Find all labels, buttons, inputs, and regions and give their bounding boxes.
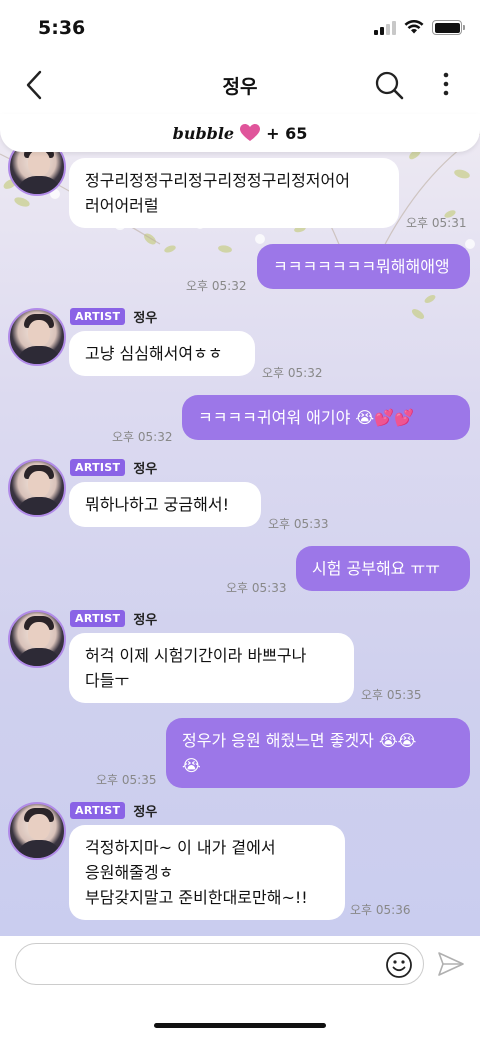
artist-badge: ARTIST (70, 459, 126, 476)
more-options-button[interactable] (438, 68, 454, 102)
message-bubble-incoming[interactable]: 뭐하나하고 궁금해서! (69, 482, 261, 527)
search-icon (375, 71, 404, 100)
more-vertical-icon (443, 72, 449, 96)
message-time: 오후 05:36 (350, 903, 411, 917)
sender-row: ARTIST 정우 (70, 307, 157, 326)
bubble-count: + 65 (266, 123, 308, 143)
status-icons (374, 20, 465, 35)
message-bubble-incoming[interactable]: 정구리정정구리정구리정정구리정저어어 러어어러럴 (69, 158, 399, 228)
wifi-icon (404, 20, 424, 34)
chat-header: 정우 (0, 56, 480, 114)
message-bubble-incoming[interactable]: 고냥 심심해서여ㅎㅎ (69, 331, 255, 376)
send-button[interactable] (436, 949, 466, 979)
bubble-subscription-bar[interactable]: bubble + 65 (0, 114, 480, 152)
sender-row: ARTIST 정우 (70, 609, 157, 628)
cellular-signal-icon (374, 20, 396, 35)
battery-icon (432, 20, 465, 35)
message-bubble-incoming[interactable]: 걱정하지마~ 이 내가 곁에서 응원해줄겡ㅎ 부담갖지말고 준비한대로만해~!! (69, 825, 345, 920)
message-time: 오후 05:32 (112, 430, 173, 444)
sender-name: 정우 (133, 311, 158, 326)
message-time: 오후 05:32 (262, 366, 323, 380)
message-bubble-outgoing[interactable]: 시험 공부해요 ㅠㅠ (296, 546, 470, 591)
message-bubble-outgoing[interactable]: 정우가 응원 해줬느면 좋겟자 😭😭 😭 (166, 718, 470, 788)
message-composer (0, 936, 480, 1039)
artist-avatar[interactable] (8, 610, 66, 668)
chat-title: 정우 (222, 76, 258, 98)
emoji-button[interactable] (385, 951, 413, 979)
send-icon (438, 952, 464, 976)
message-input-container[interactable] (15, 943, 424, 985)
message-time: 오후 05:35 (361, 688, 422, 702)
status-time: 5:36 (38, 17, 86, 39)
sender-row: ARTIST 정우 (70, 458, 157, 477)
status-bar: 5:36 (0, 0, 480, 56)
home-indicator (154, 1023, 326, 1028)
message-bubble-outgoing[interactable]: ㅋㅋㅋㅋㅋㅋㅋ뭐해해애앵 (257, 244, 470, 289)
message-time: 오후 05:32 (186, 279, 247, 293)
sender-name: 정우 (133, 805, 158, 820)
sender-row: ARTIST 정우 (70, 801, 157, 820)
search-button[interactable] (372, 68, 406, 102)
back-button[interactable] (20, 68, 50, 102)
message-time: 오후 05:31 (406, 216, 467, 230)
message-input[interactable] (32, 944, 382, 984)
artist-avatar[interactable] (8, 459, 66, 517)
artist-avatar[interactable] (8, 308, 66, 366)
message-time: 오후 05:35 (96, 773, 157, 787)
heart-icon (240, 124, 261, 141)
smiley-icon (386, 952, 412, 978)
message-time: 오후 05:33 (226, 581, 287, 595)
message-bubble-incoming[interactable]: 허걱 이제 시험기간이라 바쁘구나 다들ㅜ (69, 633, 354, 703)
artist-badge: ARTIST (70, 308, 126, 325)
sender-name: 정우 (133, 613, 158, 628)
bubble-logo: bubble (172, 123, 235, 143)
chevron-left-icon (26, 70, 42, 100)
sender-name: 정우 (133, 462, 158, 477)
artist-avatar[interactable] (8, 802, 66, 860)
message-bubble-outgoing[interactable]: ㅋㅋㅋㅋ귀여워 애기야 😭💕💕 (182, 395, 470, 440)
artist-badge: ARTIST (70, 802, 126, 819)
artist-badge: ARTIST (70, 610, 126, 627)
message-time: 오후 05:33 (268, 517, 329, 531)
